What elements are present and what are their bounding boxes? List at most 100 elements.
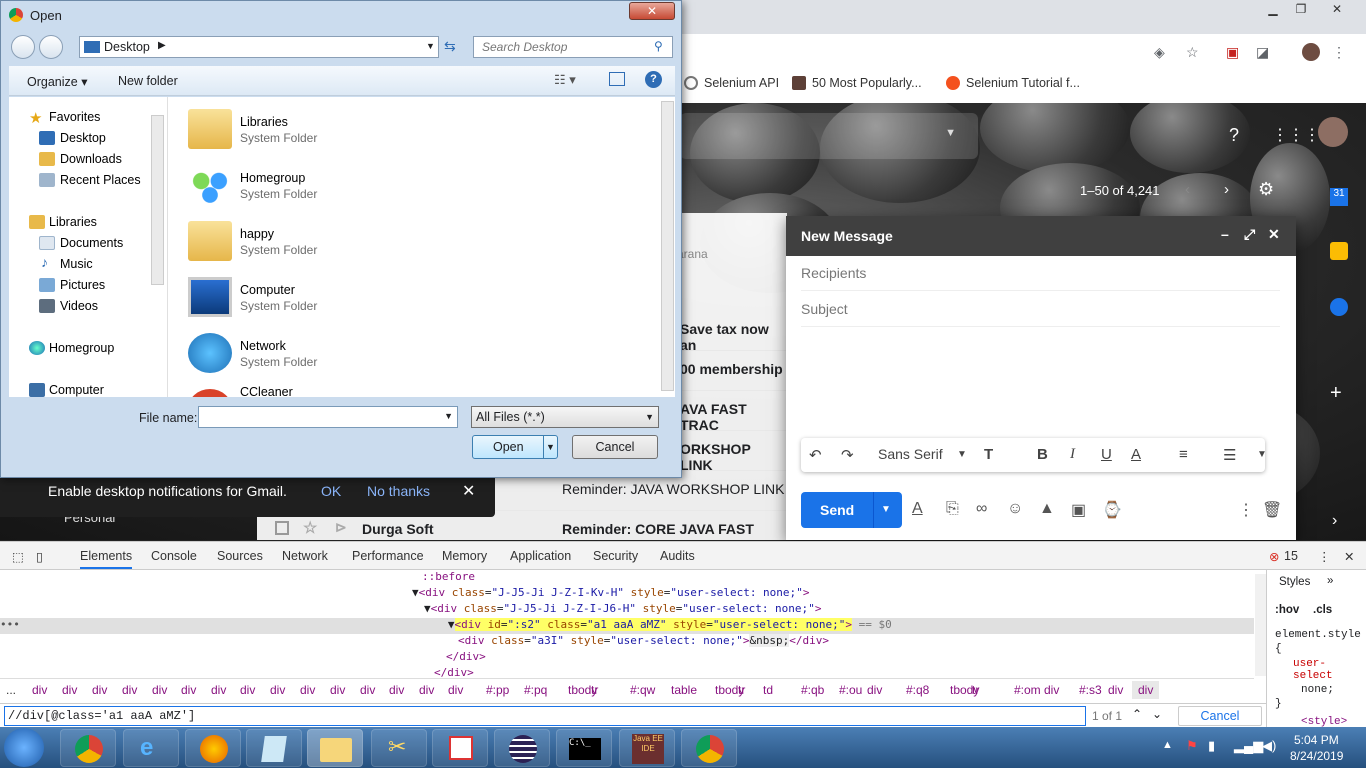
gmail-avatar[interactable]	[1318, 117, 1348, 147]
italic-icon[interactable]: I	[1070, 446, 1075, 463]
send-button[interactable]: Send ▼	[801, 492, 902, 528]
taskbar-chrome-2[interactable]	[681, 729, 737, 767]
open-button[interactable]: Open ▼	[472, 435, 558, 459]
confidential-icon[interactable]: ⌚	[1102, 500, 1122, 520]
flag-icon[interactable]: ⚑	[1186, 738, 1198, 754]
devtools-menu-icon[interactable]: ⋮	[1318, 549, 1331, 564]
start-button[interactable]	[4, 728, 44, 767]
next-page-icon[interactable]: ›	[1224, 181, 1229, 198]
nav-computer[interactable]: Computer	[49, 383, 104, 397]
close-icon[interactable]: ✕	[1326, 2, 1348, 18]
photo-icon[interactable]: ▣	[1071, 500, 1086, 520]
restore-icon[interactable]: ❐	[1290, 2, 1312, 18]
bold-icon[interactable]: B	[1037, 446, 1048, 463]
taskbar-ie[interactable]: e	[123, 729, 179, 767]
expand-icon[interactable]: ›	[1332, 512, 1337, 530]
add-icon[interactable]: +	[1330, 382, 1342, 405]
file-item-libraries[interactable]: Libraries System Folder	[168, 99, 648, 155]
next-match-icon[interactable]: ⌄	[1152, 707, 1162, 721]
taskbar-javaee[interactable]: Java EE IDE	[619, 729, 675, 767]
attach-icon[interactable]: ⎘	[946, 500, 959, 518]
search-bar[interactable]: ▼	[680, 113, 978, 159]
view-icon[interactable]: ☷ ▾	[554, 72, 576, 88]
file-name-input[interactable]: ▼	[198, 406, 458, 428]
clock-date[interactable]: 8/24/2019	[1290, 749, 1343, 763]
settings-gear-icon[interactable]: ⚙	[1258, 179, 1274, 200]
drive-icon[interactable]: ▲	[1039, 500, 1055, 518]
text-color-icon[interactable]: A	[1131, 446, 1141, 463]
tray-expand-icon[interactable]: ▲	[1162, 739, 1173, 751]
tab-console[interactable]: Console	[151, 549, 197, 563]
nav-music[interactable]: Music	[60, 257, 93, 271]
forward-icon[interactable]	[39, 35, 63, 59]
file-item-network[interactable]: Network System Folder	[168, 323, 648, 379]
extension-icon[interactable]: ◈	[1154, 44, 1165, 61]
tab-security[interactable]: Security	[593, 549, 638, 563]
address-bar[interactable]: Desktop ▶ ▼	[79, 36, 439, 58]
style-value[interactable]: none;	[1301, 684, 1334, 696]
prev-page-icon[interactable]: ‹	[1185, 181, 1190, 198]
align-icon[interactable]: ≡	[1179, 446, 1188, 463]
menu-icon[interactable]: ⋮	[1332, 44, 1346, 61]
close-icon[interactable]: ✕	[462, 481, 475, 501]
calendar-icon[interactable]: 31	[1330, 188, 1348, 206]
file-scrollbar[interactable]	[661, 101, 674, 391]
close-dialog-button[interactable]: ✕	[629, 2, 675, 20]
more-tabs-icon[interactable]: »	[1327, 575, 1333, 587]
more-options-icon[interactable]: ⋮	[1238, 500, 1254, 520]
power-icon[interactable]: ▮	[1208, 738, 1215, 754]
close-icon[interactable]: ✕	[1268, 226, 1280, 243]
clock-time[interactable]: 5:04 PM	[1294, 733, 1339, 747]
tab-styles[interactable]: Styles	[1279, 576, 1310, 588]
redo-icon[interactable]: ↷	[841, 446, 854, 464]
star-icon[interactable]: ☆	[303, 518, 317, 538]
keep-icon[interactable]	[1330, 242, 1348, 260]
nav-downloads[interactable]: Downloads	[60, 152, 122, 166]
new-folder-button[interactable]: New folder	[118, 74, 178, 88]
taskbar-eclipse[interactable]	[494, 729, 550, 767]
star-icon[interactable]: ☆	[1186, 44, 1199, 61]
dom-line-selected[interactable]: ••• ▼<div id=":s2" class="a1 aaA aMZ" sty…	[0, 618, 1254, 634]
xpath-search-input[interactable]: //div[@class='a1 aaA aMZ']	[4, 706, 1086, 726]
device-toggle-icon[interactable]: ▯	[36, 549, 43, 564]
caret-down-icon[interactable]: ▼	[957, 449, 967, 460]
cls-toggle[interactable]: .cls	[1313, 604, 1332, 616]
taskbar-paint[interactable]	[432, 729, 488, 767]
cancel-button[interactable]: Cancel	[1178, 706, 1262, 726]
omnibox[interactable]: ◈ ☆ ▣ ◪ ⋮	[682, 38, 1366, 66]
emoji-icon[interactable]: ☺	[1007, 500, 1023, 518]
dom-line[interactable]: ▼<div class="J-J5-Ji J-Z-I-Kv-H" style="…	[412, 586, 809, 602]
help-icon[interactable]: ?	[1229, 125, 1239, 146]
taskbar-notepad[interactable]	[246, 729, 302, 767]
file-item-ccleaner[interactable]: CCleaner	[168, 379, 648, 397]
send-options-icon[interactable]: ▼	[881, 504, 891, 515]
apps-icon[interactable]: ⋮⋮⋮	[1272, 125, 1320, 145]
minimize-icon[interactable]: –	[1221, 226, 1229, 242]
fullscreen-icon[interactable]: ⤢	[1244, 226, 1255, 243]
dom-line[interactable]: ::before	[422, 570, 475, 586]
dom-scrollbar[interactable]	[1255, 574, 1266, 676]
nav-desktop[interactable]: Desktop	[60, 131, 106, 145]
taskbar-chrome[interactable]	[60, 729, 116, 767]
selenium-extension-icon[interactable]: ◪	[1256, 44, 1269, 61]
font-select[interactable]: Sans Serif	[878, 446, 943, 462]
bookmark-selenium-api[interactable]: Selenium API	[684, 76, 779, 90]
help-icon[interactable]: ?	[645, 71, 662, 88]
tab-audits[interactable]: Audits	[660, 549, 695, 563]
chevron-right-icon[interactable]: ▶	[158, 40, 166, 51]
caret-down-icon[interactable]: ▼	[945, 127, 956, 139]
bookmark-selenium-tutorial[interactable]: Selenium Tutorial f...	[946, 76, 1080, 90]
refresh-icon[interactable]: ⇆	[444, 38, 456, 55]
close-devtools-icon[interactable]: ✕	[1344, 549, 1354, 564]
dom-line[interactable]: <div class="a3I" style="user-select: non…	[458, 634, 829, 650]
more-formatting-icon[interactable]: ▼	[1257, 449, 1267, 460]
nav-videos[interactable]: Videos	[60, 299, 98, 313]
ok-button[interactable]: OK	[321, 483, 341, 499]
file-type-select[interactable]: All Files (*.*) ▼	[471, 406, 659, 428]
style-property[interactable]: user-select	[1293, 658, 1353, 682]
underline-icon[interactable]: U	[1101, 446, 1112, 463]
back-icon[interactable]	[11, 35, 35, 59]
text-size-icon[interactable]: T	[984, 446, 993, 463]
taskbar-tools[interactable]: ✂	[371, 729, 427, 767]
search-desktop-input[interactable]: Search Desktop ⚲	[473, 36, 673, 58]
